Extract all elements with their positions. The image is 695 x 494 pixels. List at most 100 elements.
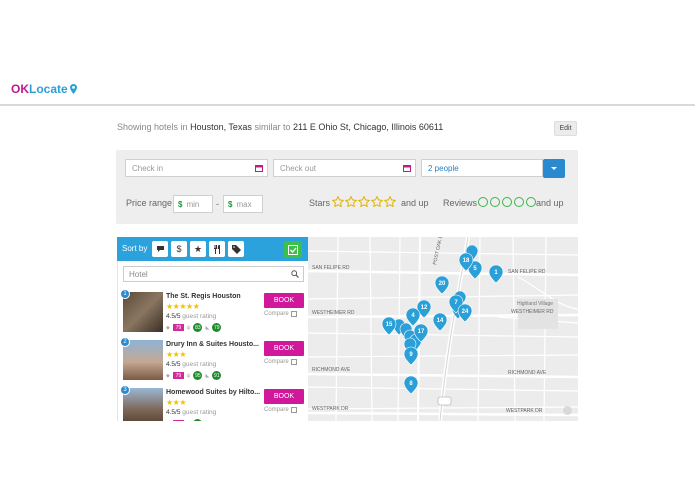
svg-text:12: 12 (421, 305, 428, 311)
score-circle: 83 (193, 323, 203, 332)
rating-value: 4.5/5 (166, 313, 181, 320)
svg-text:18: 18 (463, 258, 470, 264)
stars-label: Stars (309, 198, 331, 208)
hotel-filter-placeholder: Hotel (129, 269, 148, 279)
hotel-list-item[interactable]: 1 The St. Regis Houston ★★★★★ 4.5/5 gues… (118, 288, 308, 336)
compare-toggle[interactable]: Compare (264, 407, 297, 413)
score-badge (172, 420, 184, 421)
summary-city: Houston, Texas (190, 122, 252, 132)
street-label: WESTPARK DR (506, 408, 543, 414)
price-min-input[interactable]: $ min (173, 195, 213, 213)
compare-toggle[interactable]: Compare (264, 359, 297, 365)
reviews-label: Reviews (443, 198, 478, 208)
tag-icon (231, 244, 241, 254)
map-zoom-control[interactable] (563, 406, 572, 415)
hotel-rank-badge: 2 (120, 337, 130, 347)
rating-label: guest rating (182, 361, 217, 368)
sort-bar: Sort by $ ★ (117, 237, 308, 261)
check-in-placeholder: Check in (132, 163, 164, 173)
star-outline-icon[interactable] (384, 196, 396, 207)
hotel-list: Hotel 1 The St. Regis Houston ★★★★★ 4.5/… (117, 261, 308, 421)
hotel-scores: ◆ 79 ψ 83 ◣ 79 (166, 323, 222, 332)
calendar-icon (403, 165, 411, 172)
results-map[interactable]: SAN FELIPE RD SAN FELIPE RD POST OAK BLV… (308, 237, 578, 421)
review-circle-icon[interactable] (490, 197, 500, 207)
compare-checkbox[interactable] (290, 359, 297, 365)
dollar-icon: $ (178, 199, 183, 209)
book-button[interactable]: BOOK (264, 389, 304, 404)
guests-select[interactable]: 2 people (421, 159, 543, 177)
summary-address: 211 E Ohio St, Chicago, Illinois 60611 (292, 122, 444, 132)
review-circle-icon[interactable] (514, 197, 524, 207)
hotel-rank-badge: 1 (120, 289, 130, 299)
hotel-rating: 4.5/5 guest rating (166, 409, 216, 416)
compare-checkbox[interactable] (290, 407, 297, 413)
check-out-field[interactable]: Check out (273, 159, 416, 177)
map-canvas[interactable]: SAN FELIPE RD SAN FELIPE RD POST OAK BLV… (308, 237, 578, 421)
star-outline-icon[interactable] (332, 196, 344, 207)
chevron-down-icon (551, 167, 557, 170)
sort-dining-button[interactable] (209, 241, 225, 257)
review-circle-icon[interactable] (526, 197, 536, 207)
check-in-field[interactable]: Check in (125, 159, 268, 177)
stars-filter (332, 196, 396, 207)
search-panel: Check in Check out 2 people Price range … (116, 150, 578, 224)
score-badge: 79 (172, 372, 184, 379)
sort-stars-button[interactable]: ★ (190, 241, 206, 257)
chat-icon: ◆ (166, 372, 170, 379)
search-summary: Showing hotels in Houston, Texas similar… (117, 122, 443, 132)
hotel-name[interactable]: The St. Regis Houston (166, 293, 241, 300)
review-circle-icon[interactable] (502, 197, 512, 207)
score-circle: 79 (212, 323, 222, 332)
reviews-filter (478, 197, 537, 207)
score-circle: 95 (193, 371, 203, 380)
hotel-name[interactable]: Drury Inn & Suites Housto... (166, 341, 259, 348)
sort-label: Sort by (122, 244, 148, 253)
hotel-rating: 4.5/5 guest rating (166, 313, 216, 320)
sort-price-button[interactable]: $ (171, 241, 187, 257)
rating-label: guest rating (182, 313, 217, 320)
compare-label: Compare (264, 359, 289, 365)
brand-logo[interactable]: OK Locate (11, 82, 77, 96)
rating-value: 4.5/5 (166, 361, 181, 368)
book-button[interactable]: BOOK (264, 341, 304, 356)
review-circle-icon[interactable] (478, 197, 488, 207)
fork-knife-icon: ψ (186, 372, 191, 379)
fork-knife-icon (214, 244, 220, 254)
tag-icon: ◣ (205, 324, 210, 331)
sort-reviews-button[interactable] (152, 241, 168, 257)
star-outline-icon[interactable] (358, 196, 370, 207)
score-circle: 91 (212, 371, 222, 380)
brand-name-part1: OK (11, 82, 29, 96)
search-icon (291, 270, 299, 278)
hotel-stars: ★★★★★ (166, 302, 200, 311)
compare-checkbox[interactable] (290, 311, 297, 317)
price-max-input[interactable]: $ max (223, 195, 263, 213)
hotel-filter-input[interactable]: Hotel (123, 266, 304, 282)
hotel-photo[interactable] (123, 292, 163, 332)
rating-value: 4.5/5 (166, 409, 181, 416)
edit-button[interactable]: Edit (554, 121, 577, 136)
hotel-list-item[interactable]: 3 Homewood Suites by Hilto... ★★★ 4.5/5 … (118, 384, 308, 421)
hotel-list-item[interactable]: 2 Drury Inn & Suites Housto... ★★★ 4.5/5… (118, 336, 308, 384)
compare-check-button[interactable] (284, 241, 302, 258)
reviews-suffix: and up (536, 198, 564, 208)
hotel-photo[interactable] (123, 340, 163, 380)
compare-label: Compare (264, 311, 289, 317)
guests-dropdown-button[interactable] (543, 159, 565, 178)
stars-suffix: and up (401, 198, 429, 208)
sort-deals-button[interactable] (228, 241, 244, 257)
star-outline-icon[interactable] (371, 196, 383, 207)
star-outline-icon[interactable] (345, 196, 357, 207)
book-button[interactable]: BOOK (264, 293, 304, 308)
hotel-stars: ★★★ (166, 350, 187, 359)
svg-text:15: 15 (386, 322, 393, 328)
brand-name-part2: Locate (29, 82, 68, 96)
map-pin-icon (69, 84, 77, 94)
hotel-name[interactable]: Homewood Suites by Hilto... (166, 389, 260, 396)
fork-knife-icon: ψ (186, 324, 191, 331)
compare-toggle[interactable]: Compare (264, 311, 297, 317)
price-range-label: Price range (126, 198, 173, 208)
compare-label: Compare (264, 407, 289, 413)
street-label: WESTHEIMER RD (511, 309, 554, 315)
